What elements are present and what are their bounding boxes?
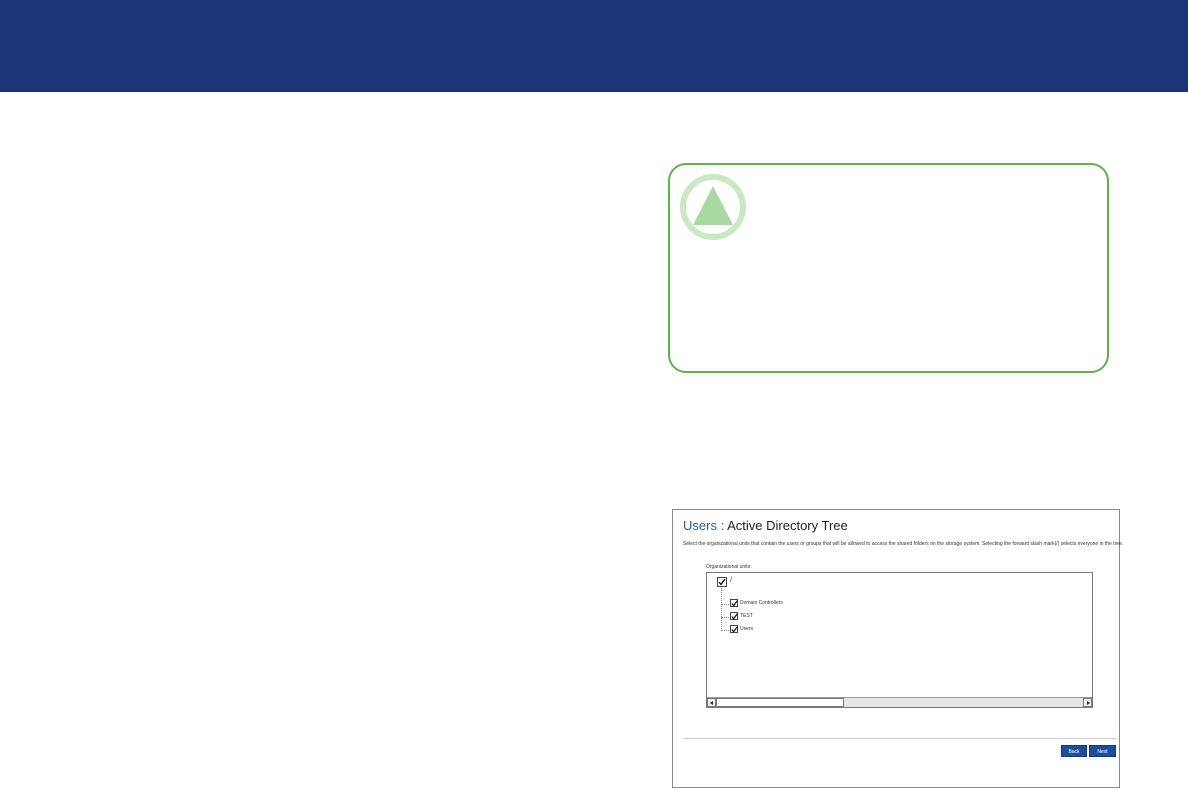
scroll-thumb[interactable] — [716, 698, 844, 707]
title-users: Users — [683, 518, 717, 533]
arrow-left-icon — [710, 701, 713, 705]
title-active-directory-tree: Active Directory Tree — [727, 518, 848, 533]
horizontal-scrollbar[interactable] — [707, 697, 1092, 707]
check-icon — [731, 613, 738, 620]
tree-branch — [721, 630, 729, 631]
active-directory-tree-screenshot: Users : Active Directory Tree Select the… — [672, 509, 1123, 788]
test-checkbox[interactable] — [730, 612, 738, 620]
divider — [683, 738, 1117, 739]
tree-connector — [721, 588, 722, 631]
tree-node-label: TEST — [740, 613, 753, 619]
scroll-left-button[interactable] — [707, 698, 716, 707]
organizational-units-label: Organizational units: — [706, 564, 752, 570]
warning-triangle-icon — [680, 174, 746, 240]
page-description: Select the organizational units that con… — [683, 541, 1124, 547]
note-callout — [668, 163, 1109, 373]
tree-branch — [721, 604, 729, 605]
tree-node-label: Users — [740, 626, 754, 632]
check-icon — [731, 600, 738, 607]
top-banner — [0, 0, 1188, 92]
users-checkbox[interactable] — [730, 625, 738, 633]
arrow-right-icon — [1087, 701, 1090, 705]
root-checkbox[interactable] — [717, 577, 727, 587]
page-title: Users : Active Directory Tree — [683, 518, 848, 533]
domain-controllers-checkbox[interactable] — [730, 599, 738, 607]
check-icon — [718, 578, 726, 586]
title-separator: : — [720, 518, 725, 533]
organizational-units-tree[interactable]: / Domain Controllers TEST Users — [706, 572, 1093, 708]
tree-branch — [721, 617, 729, 618]
check-icon — [731, 626, 738, 633]
next-button[interactable]: Next — [1089, 745, 1116, 757]
tree-node-label: Domain Controllers — [740, 600, 783, 606]
back-button[interactable]: Back — [1061, 745, 1087, 757]
scroll-right-button[interactable] — [1083, 698, 1092, 707]
root-label: / — [730, 577, 732, 584]
